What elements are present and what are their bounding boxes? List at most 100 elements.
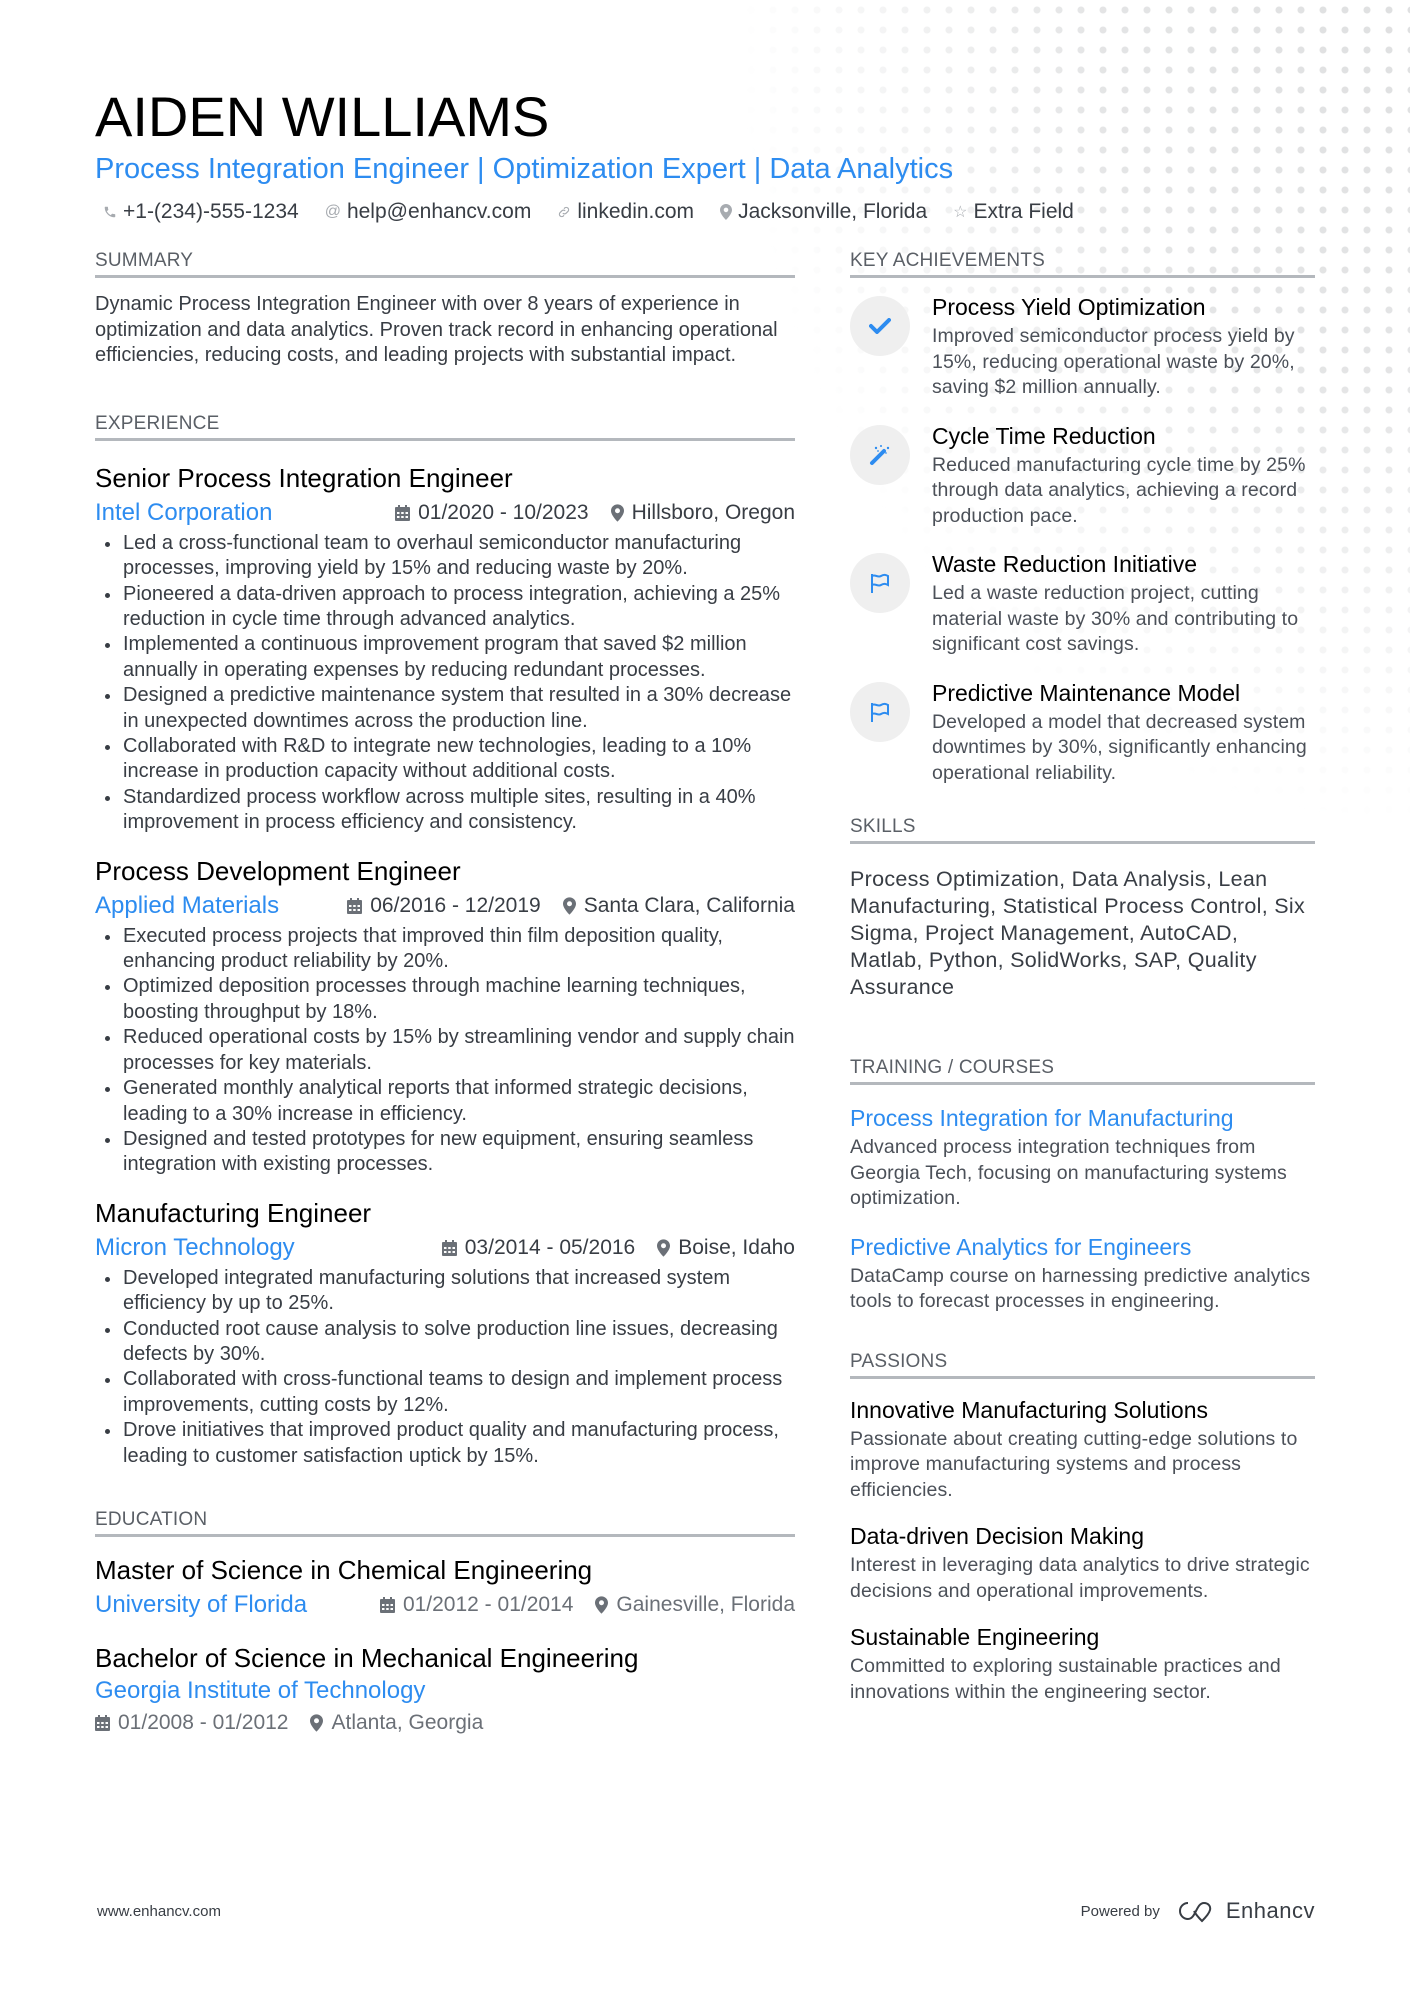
training-heading: TRAINING / COURSES xyxy=(850,1057,1315,1085)
contact-phone-text: +1-(234)-555-1234 xyxy=(123,200,299,223)
school-name[interactable]: University of Florida xyxy=(95,1589,307,1621)
education-entry: Bachelor of Science in Mechanical Engine… xyxy=(95,1641,795,1735)
degree-title: Master of Science in Chemical Engineerin… xyxy=(95,1554,593,1585)
achievement-title: Predictive Maintenance Model xyxy=(932,679,1241,706)
location-pin-icon xyxy=(720,204,733,220)
company-name[interactable]: Micron Technology xyxy=(95,1232,295,1264)
enhancv-logo-icon xyxy=(1178,1901,1212,1923)
degree-title: Bachelor of Science in Mechanical Engine… xyxy=(95,1642,639,1673)
passion-item: Innovative Manufacturing Solutions Passi… xyxy=(850,1395,1315,1504)
contact-location-text: Jacksonville, Florida xyxy=(738,200,928,223)
education-location-text: Gainesville, Florida xyxy=(616,1592,795,1616)
education-location-text: Atlanta, Georgia xyxy=(331,1710,484,1734)
education-dates: 01/2012 - 01/2014 xyxy=(379,1593,573,1617)
job-title: Process Development Engineer xyxy=(95,855,461,886)
calendar-icon xyxy=(379,1596,395,1613)
right-column: KEY ACHIEVEMENTS Process Yield Optimizat… xyxy=(850,250,1315,1735)
contact-phone[interactable]: +1-(234)-555-1234 xyxy=(103,200,299,224)
page-footer: www.enhancv.com Powered by Enhancv xyxy=(97,1898,1315,1924)
achievement-description: Developed a model that decreased system … xyxy=(932,710,1307,784)
job-bullet: Designed a predictive maintenance system… xyxy=(95,683,795,734)
job-bullet: Generated monthly analytical reports tha… xyxy=(95,1076,795,1127)
calendar-icon xyxy=(395,504,411,521)
passion-item: Sustainable Engineering Committed to exp… xyxy=(850,1622,1315,1705)
education-location: Gainesville, Florida xyxy=(595,1593,795,1617)
achievements-heading: KEY ACHIEVEMENTS xyxy=(850,250,1315,278)
link-icon xyxy=(557,205,571,219)
company-name[interactable]: Applied Materials xyxy=(95,890,279,922)
resume-columns: SUMMARY Dynamic Process Integration Engi… xyxy=(95,250,1315,1735)
phone-icon xyxy=(103,205,117,219)
course-title[interactable]: Process Integration for Manufacturing xyxy=(850,1103,1315,1133)
job-location-text: Boise, Idaho xyxy=(678,1235,795,1259)
summary-heading: SUMMARY xyxy=(95,250,795,278)
skills-section: SKILLS Process Optimization, Data Analys… xyxy=(850,816,1315,1001)
enhancv-logo[interactable]: Enhancv xyxy=(1174,1898,1315,1924)
contact-list: +1-(234)-555-1234 @ help@enhancv.com lin… xyxy=(95,200,1315,224)
calendar-icon xyxy=(95,1714,110,1731)
job-bullets: Led a cross-functional team to overhaul … xyxy=(95,531,795,836)
checkmark-icon xyxy=(850,296,910,356)
achievement-description: Improved semiconductor process yield by … xyxy=(932,325,1295,398)
education-section: EDUCATION Master of Science in Chemical … xyxy=(95,1509,795,1735)
achievement-item: Process Yield Optimization Improved semi… xyxy=(850,292,1315,401)
course-title[interactable]: Predictive Analytics for Engineers xyxy=(850,1232,1315,1262)
at-icon: @ xyxy=(324,203,341,220)
education-location: Atlanta, Georgia xyxy=(310,1711,483,1735)
education-dates: 01/2008 - 01/2012 xyxy=(95,1711,288,1735)
job-dates-text: 06/2016 - 12/2019 xyxy=(370,893,541,917)
contact-extra-field: ☆ Extra Field xyxy=(953,200,1074,224)
job-bullet: Collaborated with R&D to integrate new t… xyxy=(95,734,795,785)
experience-entry: Process Development Engineer Applied Mat… xyxy=(95,854,795,1178)
achievement-description: Reduced manufacturing cycle time by 25% … xyxy=(932,453,1306,527)
job-bullet: Conducted root cause analysis to solve p… xyxy=(95,1317,795,1368)
course-item: Predictive Analytics for Engineers DataC… xyxy=(850,1232,1315,1315)
calendar-icon xyxy=(441,1239,457,1256)
contact-location: Jacksonville, Florida xyxy=(720,200,927,224)
education-entry: Master of Science in Chemical Engineerin… xyxy=(95,1553,795,1621)
job-title: Manufacturing Engineer xyxy=(95,1197,372,1228)
achievement-title: Cycle Time Reduction xyxy=(932,422,1156,449)
job-meta: Intel Corporation 01/2020 - 10/2023 Hill… xyxy=(95,497,795,529)
education-meta: 01/2008 - 01/2012 Atlanta, Georgia xyxy=(95,1711,795,1735)
achievement-title: Process Yield Optimization xyxy=(932,294,1206,320)
experience-section: EXPERIENCE Senior Process Integration En… xyxy=(95,413,795,1469)
location-pin-icon xyxy=(562,896,576,915)
experience-entry: Manufacturing Engineer Micron Technology… xyxy=(95,1196,795,1469)
location-pin-icon xyxy=(595,1596,609,1614)
achievement-item: Waste Reduction Initiative Led a waste r… xyxy=(850,549,1315,658)
summary-text: Dynamic Process Integration Engineer wit… xyxy=(95,293,778,367)
calendar-icon xyxy=(347,897,363,914)
job-bullet: Executed process projects that improved … xyxy=(95,924,795,975)
job-bullet: Designed and tested prototypes for new e… xyxy=(95,1127,795,1178)
passion-description: Passionate about creating cutting-edge s… xyxy=(850,1427,1298,1501)
company-name[interactable]: Intel Corporation xyxy=(95,497,272,529)
education-meta: University of Florida 01/2012 - 01/2014 … xyxy=(95,1589,795,1621)
school-name[interactable]: Georgia Institute of Technology xyxy=(95,1675,795,1707)
job-location-text: Santa Clara, California xyxy=(583,893,795,917)
job-location: Hillsboro, Oregon xyxy=(610,501,795,525)
job-bullets: Developed integrated manufacturing solut… xyxy=(95,1266,795,1469)
achievement-item: Predictive Maintenance Model Developed a… xyxy=(850,678,1315,787)
resume-header: AIDEN WILLIAMS Process Integration Engin… xyxy=(95,0,1315,224)
job-bullet: Pioneered a data-driven approach to proc… xyxy=(95,582,795,633)
summary-section: SUMMARY Dynamic Process Integration Engi… xyxy=(95,250,795,369)
achievement-title: Waste Reduction Initiative xyxy=(932,551,1198,577)
course-item: Process Integration for Manufacturing Ad… xyxy=(850,1103,1315,1212)
achievement-item: Cycle Time Reduction Reduced manufacturi… xyxy=(850,421,1315,530)
contact-email-text: help@enhancv.com xyxy=(346,200,532,223)
passion-title: Data-driven Decision Making xyxy=(850,1523,1145,1549)
job-bullets: Executed process projects that improved … xyxy=(95,924,795,1178)
contact-email[interactable]: @ help@enhancv.com xyxy=(325,200,532,224)
location-pin-icon xyxy=(610,504,624,522)
job-location: Boise, Idaho xyxy=(657,1236,795,1260)
contact-linkedin[interactable]: linkedin.com xyxy=(557,200,694,224)
powered-by-label: Powered by xyxy=(1080,1902,1160,1920)
skills-heading: SKILLS xyxy=(850,816,1315,844)
passions-section: PASSIONS Innovative Manufacturing Soluti… xyxy=(850,1351,1315,1706)
education-heading: EDUCATION xyxy=(95,1509,795,1537)
job-location: Santa Clara, California xyxy=(562,893,795,918)
education-dates-text: 01/2008 - 01/2012 xyxy=(118,1710,289,1734)
job-title: Senior Process Integration Engineer xyxy=(95,462,513,493)
footer-url[interactable]: www.enhancv.com xyxy=(97,1903,221,1920)
